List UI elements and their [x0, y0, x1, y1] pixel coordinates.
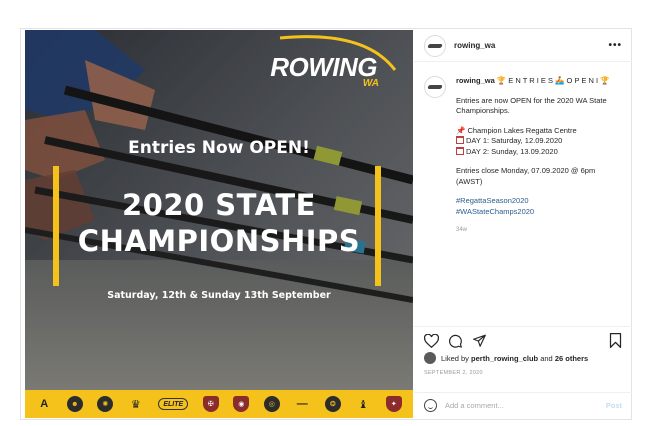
- caption-username[interactable]: rowing_wa: [456, 76, 495, 85]
- heart-icon[interactable]: [424, 333, 439, 348]
- hashtag-link[interactable]: #RegattaSeason2020: [456, 196, 622, 207]
- post-username[interactable]: rowing_wa: [454, 41, 495, 50]
- sponsor-logo: ✺: [97, 396, 114, 412]
- sponsor-logo: ✦: [385, 396, 402, 412]
- rowing-wa-logo-icon: [427, 85, 443, 89]
- headline-line-1: 2020 STATE: [121, 188, 316, 222]
- caption-day-2: DAY 2: Sunday, 13.09.2020: [466, 146, 558, 156]
- trophy-icon: 🏆: [600, 76, 610, 85]
- calendar-icon: [456, 146, 464, 155]
- avatar[interactable]: [424, 352, 436, 364]
- caption-time-ago: 34w: [456, 227, 468, 233]
- sponsor-logo: ◎: [263, 396, 280, 412]
- post-image[interactable]: ROWING WA Entries Now OPEN! 2020 STATE C…: [25, 30, 413, 418]
- sponsor-logo: ♛: [130, 398, 141, 411]
- sponsor-logo: ✠: [202, 396, 219, 412]
- caption-day-1: DAY 1: Saturday, 12.09.2020: [466, 136, 563, 145]
- headline-championships: 2020 STATE CHAMPIONSHIPS: [25, 187, 413, 260]
- sponsor-logo: ELITE: [158, 398, 189, 410]
- caption-entries-close: Entries close Monday, 07.09.2020 @ 6pm (…: [456, 166, 596, 186]
- avatar[interactable]: [424, 76, 446, 98]
- headline-entries-open: Entries Now OPEN!: [128, 138, 310, 158]
- avatar[interactable]: [424, 34, 446, 57]
- post-header: rowing_wa •••: [414, 30, 632, 62]
- logo-subtext: WA: [362, 78, 379, 89]
- trophy-icon: 🏆: [496, 76, 507, 85]
- post-side-panel: rowing_wa ••• rowing_wa 🏆 E N T R I E S …: [414, 30, 632, 418]
- sponsor-logos-strip: A ☻ ✺ ♛ ELITE ✠ ◉ ◎ — ❂ ♝ ✦: [25, 390, 413, 418]
- rowing-wa-logo: ROWING WA: [270, 52, 379, 89]
- sponsor-logo: ◉: [233, 396, 250, 412]
- sponsor-logo: A: [40, 398, 49, 410]
- pin-icon: 📌: [456, 125, 466, 135]
- sponsor-logo: ☻: [66, 396, 83, 412]
- sponsor-logo: ♝: [358, 398, 369, 411]
- caption-body: rowing_wa 🏆 E N T R I E S 🚣 O P E N I 🏆 …: [456, 76, 622, 234]
- bookmark-icon[interactable]: [609, 333, 622, 348]
- instagram-post: ROWING WA Entries Now OPEN! 2020 STATE C…: [20, 28, 632, 420]
- likes-prefix: Liked by: [441, 353, 469, 363]
- post-actions: [414, 326, 632, 348]
- post-comment-button[interactable]: Post: [606, 401, 622, 410]
- comment-icon[interactable]: [448, 334, 463, 348]
- headline-line-2: CHAMPIONSHIPS: [77, 224, 361, 259]
- sponsor-logo: ❂: [324, 396, 341, 412]
- likes-others[interactable]: 26 others: [555, 354, 588, 363]
- rowing-wa-logo-icon: [427, 43, 443, 48]
- emoji-icon[interactable]: [424, 399, 437, 412]
- likes-summary: Liked by perth_rowing_club and 26 others: [424, 352, 588, 364]
- sponsor-logo: —: [296, 398, 308, 410]
- caption-para-1: Entries are now OPEN for the 2020 WA Sta…: [456, 95, 607, 116]
- caption-title: E N T R I E S: [506, 76, 556, 85]
- caption-venue: Champion Lakes Regatta Centre: [467, 125, 577, 135]
- comment-bar: Post: [414, 392, 632, 418]
- hashtag-link[interactable]: #WAStateChamps2020: [456, 207, 622, 218]
- liker-username[interactable]: perth_rowing_club: [471, 354, 538, 363]
- post-date: SEPTEMBER 2, 2020: [424, 370, 483, 376]
- share-icon[interactable]: [472, 334, 487, 348]
- comment-input[interactable]: [445, 401, 575, 410]
- calendar-icon: [456, 136, 464, 144]
- logo-text: ROWING: [270, 52, 377, 82]
- more-horizontal-icon[interactable]: •••: [608, 40, 622, 51]
- headline-dates: Saturday, 12th & Sunday 13th September: [107, 290, 331, 301]
- caption-title-2: O P E N I: [564, 76, 601, 85]
- likes-conj: and: [540, 353, 553, 363]
- post-caption: rowing_wa 🏆 E N T R I E S 🚣 O P E N I 🏆 …: [414, 62, 632, 234]
